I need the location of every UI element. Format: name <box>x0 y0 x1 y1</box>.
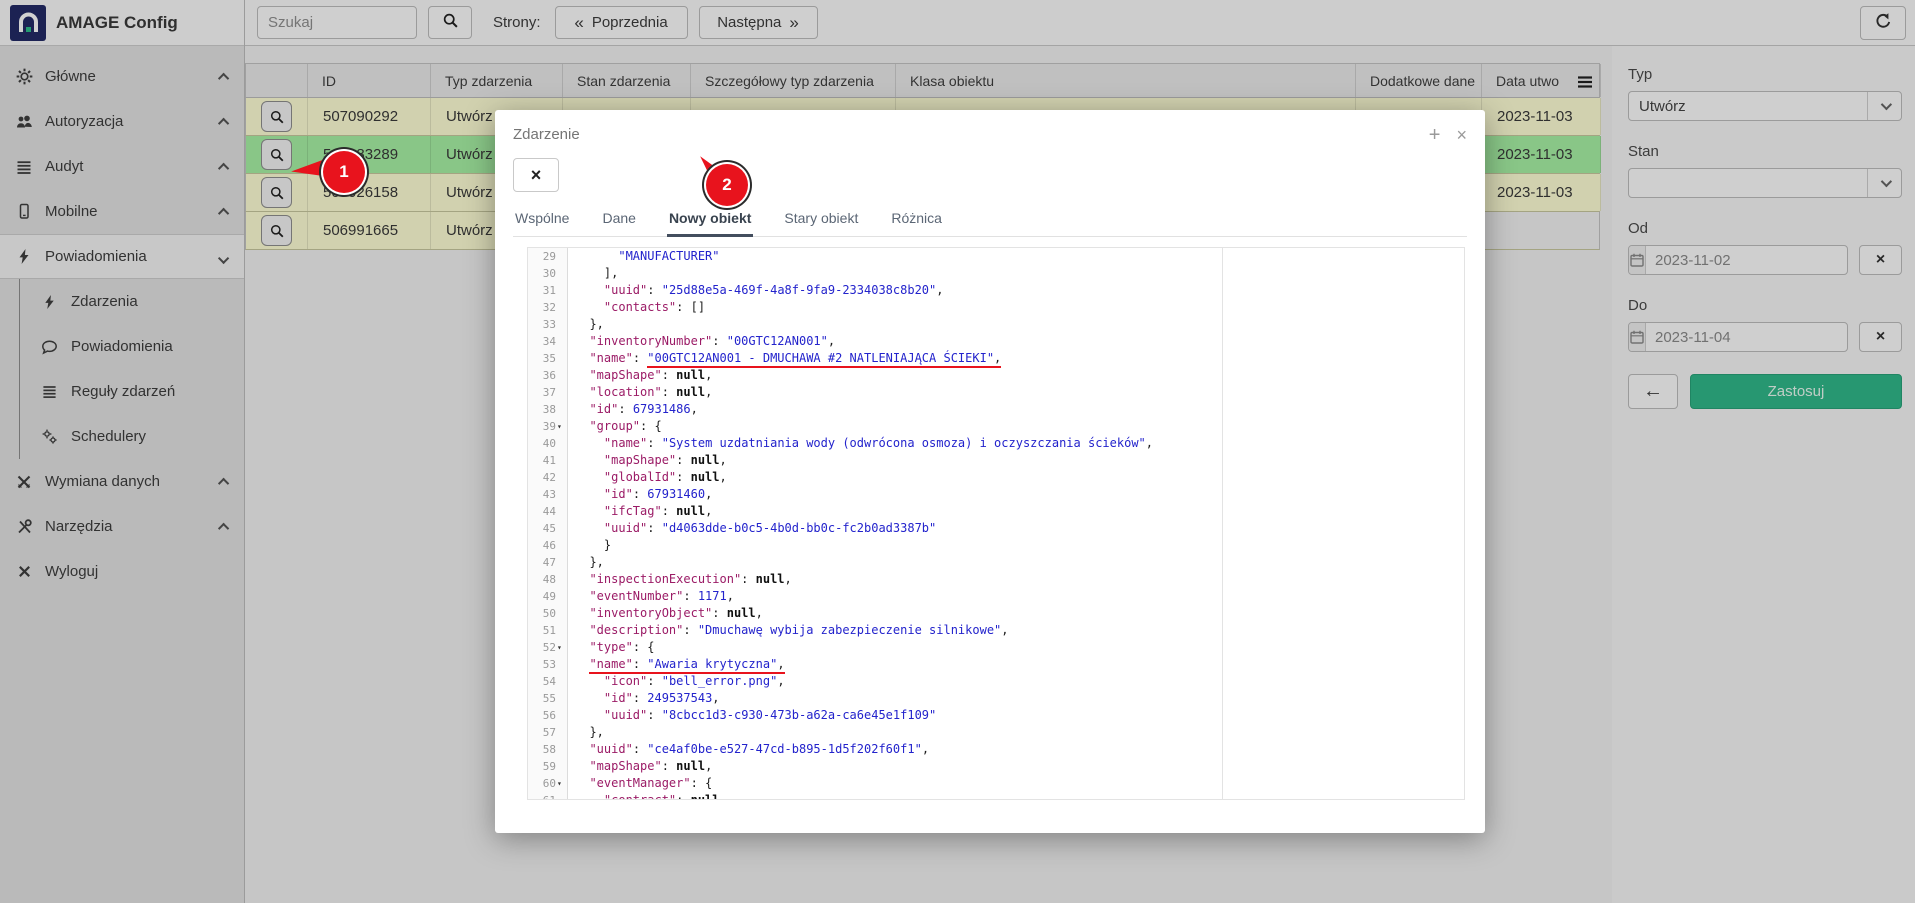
code-line: 57 }, <box>528 724 1464 741</box>
close-x-icon: × <box>531 165 542 186</box>
annotation-badge-2: 2 <box>706 164 748 206</box>
event-dialog: Zdarzenie + × × Wspólne Dane Nowy obiekt… <box>495 110 1485 833</box>
code-line: 33 }, <box>528 316 1464 333</box>
code-line: 30 ], <box>528 265 1464 282</box>
code-line: 56 "uuid": "8cbcc1d3-c930-473b-a62a-ca6e… <box>528 707 1464 724</box>
app-root: AMAGE Config Główne Autoryzacja <box>0 0 1915 903</box>
code-line: 46 } <box>528 537 1464 554</box>
code-line: 40 "name": "System uzdatniania wody (odw… <box>528 435 1464 452</box>
code-line: 60▾ "eventManager": { <box>528 775 1464 792</box>
code-line: 38 "id": 67931486, <box>528 401 1464 418</box>
code-line: 50 "inventoryObject": null, <box>528 605 1464 622</box>
tab-dane[interactable]: Dane <box>602 210 635 236</box>
code-line: 59 "mapShape": null, <box>528 758 1464 775</box>
close-icon[interactable]: × <box>1456 126 1467 144</box>
tab-stary-obiekt[interactable]: Stary obiekt <box>784 210 858 236</box>
json-code-viewer[interactable]: 29 "MANUFACTURER"30 ],31 "uuid": "25d88e… <box>527 247 1465 800</box>
code-line: 42 "globalId": null, <box>528 469 1464 486</box>
code-line: 44 "ifcTag": null, <box>528 503 1464 520</box>
code-line: 52▾ "type": { <box>528 639 1464 656</box>
code-line: 34 "inventoryNumber": "00GTC12AN001", <box>528 333 1464 350</box>
code-line: 29 "MANUFACTURER" <box>528 248 1464 265</box>
code-line: 55 "id": 249537543, <box>528 690 1464 707</box>
tab-wspolne[interactable]: Wspólne <box>515 210 569 236</box>
tab-roznica[interactable]: Różnica <box>891 210 942 236</box>
code-line: 36 "mapShape": null, <box>528 367 1464 384</box>
dialog-header: Zdarzenie + × <box>513 126 1467 144</box>
code-lines: 29 "MANUFACTURER"30 ],31 "uuid": "25d88e… <box>528 248 1464 800</box>
code-line: 31 "uuid": "25d88e5a-469f-4a8f-9fa9-2334… <box>528 282 1464 299</box>
code-line: 39▾ "group": { <box>528 418 1464 435</box>
annotation-badge-1: 1 <box>323 151 365 193</box>
code-line: 48 "inspectionExecution": null, <box>528 571 1464 588</box>
code-line: 51 "description": "Dmuchawę wybija zabez… <box>528 622 1464 639</box>
code-line: 58 "uuid": "ce4af0be-e527-47cd-b895-1d5f… <box>528 741 1464 758</box>
code-line: 43 "id": 67931460, <box>528 486 1464 503</box>
code-divider <box>1222 248 1223 799</box>
code-line: 53 "name": "Awaria krytyczna", <box>528 656 1464 673</box>
code-line: 41 "mapShape": null, <box>528 452 1464 469</box>
dialog-title: Zdarzenie <box>513 126 580 143</box>
dialog-window-controls: + × <box>1429 126 1467 144</box>
code-line: 47 }, <box>528 554 1464 571</box>
dialog-tabs: Wspólne Dane Nowy obiekt Stary obiekt Ró… <box>513 210 1467 237</box>
code-line: 54 "icon": "bell_error.png", <box>528 673 1464 690</box>
dialog-close-button[interactable]: × <box>513 158 559 192</box>
code-line: 49 "eventNumber": 1171, <box>528 588 1464 605</box>
code-line: 37 "location": null, <box>528 384 1464 401</box>
maximize-icon[interactable]: + <box>1429 126 1441 144</box>
tab-nowy-obiekt[interactable]: Nowy obiekt <box>669 210 751 236</box>
code-line: 61 "contract": null <box>528 792 1464 800</box>
code-line: 32 "contacts": [] <box>528 299 1464 316</box>
code-line: 45 "uuid": "d4063dde-b0c5-4b0d-bb0c-fc2b… <box>528 520 1464 537</box>
code-line: 35 "name": "00GTC12AN001 - DMUCHAWA #2 N… <box>528 350 1464 367</box>
